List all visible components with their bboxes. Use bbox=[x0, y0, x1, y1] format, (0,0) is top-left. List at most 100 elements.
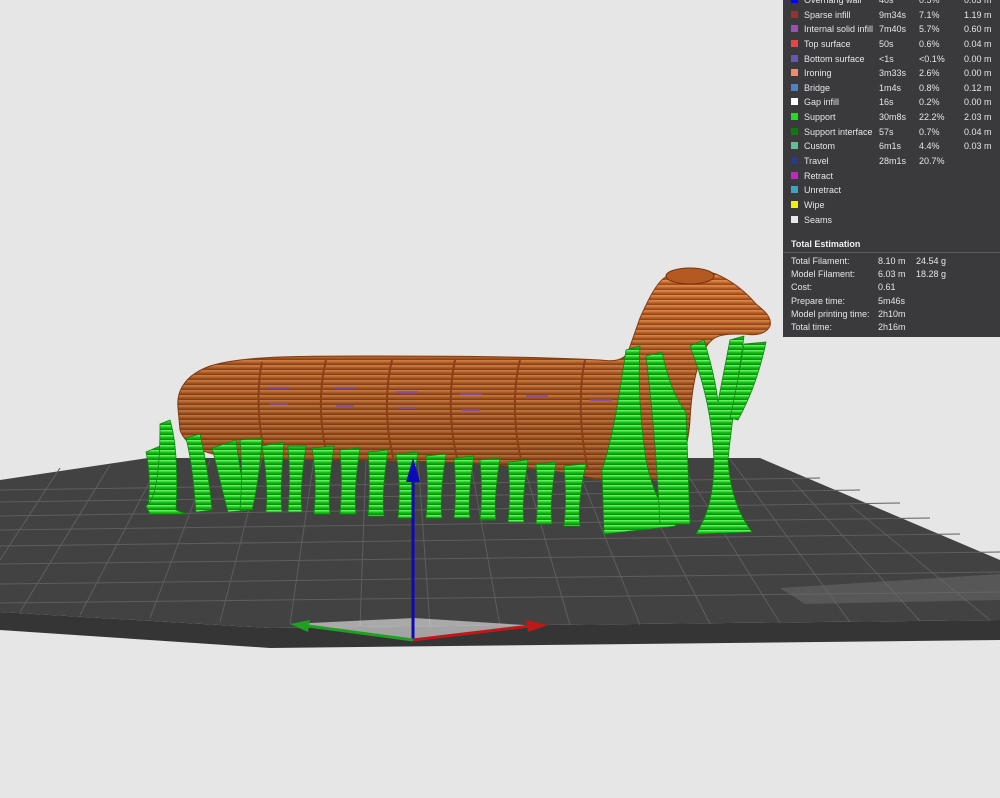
legend-row[interactable]: Support interface 57s 0.7% 0.04 m bbox=[783, 125, 1000, 140]
legend-row[interactable]: Custom 6m1s 4.4% 0.03 m bbox=[783, 139, 1000, 154]
estimation-label: Model printing time: bbox=[791, 308, 870, 319]
legend-length: 0.04 m bbox=[964, 126, 992, 137]
legend-time: 57s bbox=[879, 126, 894, 137]
estimation-value: 5m46s bbox=[878, 295, 906, 306]
legend-time: 7m40s bbox=[879, 24, 907, 35]
legend-time: 9m34s bbox=[879, 9, 907, 20]
legend-color-swatch bbox=[791, 10, 798, 18]
legend-row[interactable]: Overhang wall 40s 0.5% 0.03 m bbox=[783, 0, 1000, 8]
legend-feature-name: Gap infill bbox=[804, 97, 840, 108]
legend-feature-name: Custom bbox=[804, 141, 836, 152]
legend-length: 0.03 m bbox=[964, 141, 992, 152]
legend-percent: <0.1% bbox=[919, 53, 945, 64]
legend-length: 0.04 m bbox=[964, 38, 992, 49]
legend-percent: 4.4% bbox=[919, 141, 940, 152]
estimation-value: 2h16m bbox=[878, 322, 906, 332]
legend-percent: 22.2% bbox=[919, 112, 945, 123]
legend-length: 0.03 m bbox=[964, 0, 992, 5]
estimation-row: Total Filament: 8.10 m 24.54 g bbox=[783, 256, 1000, 269]
legend-percent: 0.6% bbox=[919, 38, 940, 49]
legend-length: 0.60 m bbox=[964, 24, 992, 35]
legend-length: 1.19 m bbox=[964, 9, 992, 20]
legend-time: 1m4s bbox=[879, 82, 902, 93]
legend-row[interactable]: Bottom surface <1s <0.1% 0.00 m bbox=[783, 52, 1000, 67]
legend-color-swatch bbox=[791, 171, 798, 179]
estimation-label: Model Filament: bbox=[791, 269, 856, 280]
estimation-label: Total time: bbox=[791, 322, 833, 332]
legend-percent: 0.7% bbox=[919, 126, 940, 137]
legend-color-swatch bbox=[791, 127, 798, 135]
legend-time: 28m1s bbox=[879, 156, 907, 167]
feature-type-legend: Overhang wall 40s 0.5% 0.03 m Sparse infill 9… bbox=[783, 0, 1000, 227]
legend-row[interactable]: Ironing 3m33s 2.6% 0.00 m bbox=[783, 66, 1000, 81]
legend-row[interactable]: Gap infill 16s 0.2% 0.00 m bbox=[783, 95, 1000, 110]
legend-time: 3m33s bbox=[879, 68, 907, 79]
legend-percent: 7.1% bbox=[919, 9, 940, 20]
estimation-label: Total Filament: bbox=[791, 256, 850, 266]
legend-feature-name: Bottom surface bbox=[804, 53, 865, 64]
legend-color-swatch bbox=[791, 69, 798, 77]
legend-time: 30m8s bbox=[879, 112, 907, 123]
legend-color-swatch bbox=[791, 186, 798, 194]
legend-feature-name: Sparse infill bbox=[804, 9, 851, 20]
legend-feature-name: Support bbox=[804, 112, 836, 123]
estimation-value: 8.10 m bbox=[878, 256, 906, 266]
legend-time: 50s bbox=[879, 38, 894, 49]
legend-feature-name: Ironing bbox=[804, 68, 832, 79]
legend-row[interactable]: Sparse infill 9m34s 7.1% 1.19 m bbox=[783, 8, 1000, 23]
legend-color-swatch bbox=[791, 157, 798, 165]
legend-percent: 0.2% bbox=[919, 97, 940, 108]
legend-row[interactable]: Top surface 50s 0.6% 0.04 m bbox=[783, 37, 1000, 52]
legend-feature-name: Wipe bbox=[804, 199, 825, 210]
gcode-legend-panel: Overhang wall 40s 0.5% 0.03 m Sparse infill 9… bbox=[783, 0, 1000, 337]
estimation-weight: 18.28 g bbox=[916, 269, 947, 280]
estimation-value: 0.61 bbox=[878, 282, 896, 293]
legend-time: 6m1s bbox=[879, 141, 902, 152]
legend-time: <1s bbox=[879, 53, 894, 64]
legend-length: 0.00 m bbox=[964, 53, 992, 64]
legend-feature-name: Bridge bbox=[804, 82, 831, 93]
legend-length: 2.03 m bbox=[964, 112, 992, 123]
model-head-top bbox=[665, 267, 715, 285]
legend-percent: 2.6% bbox=[919, 68, 940, 79]
legend-feature-name: Support interface bbox=[804, 126, 873, 137]
legend-feature-name: Retract bbox=[804, 170, 834, 181]
legend-color-swatch bbox=[791, 39, 798, 47]
estimation-row: Total time: 2h16m bbox=[783, 322, 1000, 335]
legend-feature-name: Unretract bbox=[804, 185, 842, 196]
estimation-row: Prepare time: 5m46s bbox=[783, 296, 1000, 309]
legend-feature-name: Seams bbox=[804, 214, 833, 225]
legend-feature-name: Overhang wall bbox=[804, 0, 862, 5]
estimation-row: Model printing time: 2h10m bbox=[783, 309, 1000, 322]
legend-color-swatch bbox=[791, 0, 798, 3]
legend-percent: 20.7% bbox=[919, 156, 945, 167]
legend-row[interactable]: Seams bbox=[783, 213, 1000, 228]
legend-color-swatch bbox=[791, 215, 798, 223]
legend-percent: 5.7% bbox=[919, 24, 940, 35]
legend-feature-name: Internal solid infill bbox=[804, 24, 874, 35]
legend-row[interactable]: Bridge 1m4s 0.8% 0.12 m bbox=[783, 81, 1000, 96]
legend-color-swatch bbox=[791, 200, 798, 208]
legend-row[interactable]: Support 30m8s 22.2% 2.03 m bbox=[783, 110, 1000, 125]
legend-row[interactable]: Travel 28m1s 20.7% bbox=[783, 154, 1000, 169]
estimation-value: 6.03 m bbox=[878, 269, 906, 280]
estimation-row: Cost: 0.61 bbox=[783, 282, 1000, 295]
legend-row[interactable]: Internal solid infill 7m40s 5.7% 0.60 m bbox=[783, 22, 1000, 37]
estimation-label: Cost: bbox=[791, 282, 813, 293]
estimation-label: Prepare time: bbox=[791, 295, 846, 306]
legend-percent: 0.8% bbox=[919, 82, 940, 93]
total-estimation-title: Total Estimation bbox=[791, 239, 861, 249]
legend-color-swatch bbox=[791, 142, 798, 150]
estimation-row: Model Filament: 6.03 m 18.28 g bbox=[783, 269, 1000, 282]
legend-feature-name: Travel bbox=[804, 156, 829, 167]
legend-time: 16s bbox=[879, 97, 894, 108]
legend-color-swatch bbox=[791, 25, 798, 33]
estimation-value: 2h10m bbox=[878, 308, 906, 319]
legend-color-swatch bbox=[791, 83, 798, 91]
legend-row[interactable]: Wipe bbox=[783, 198, 1000, 213]
legend-feature-name: Top surface bbox=[804, 38, 851, 49]
estimation-divider bbox=[783, 252, 1000, 253]
legend-row[interactable]: Retract bbox=[783, 169, 1000, 184]
legend-length: 0.00 m bbox=[964, 68, 992, 79]
legend-row[interactable]: Unretract bbox=[783, 183, 1000, 198]
